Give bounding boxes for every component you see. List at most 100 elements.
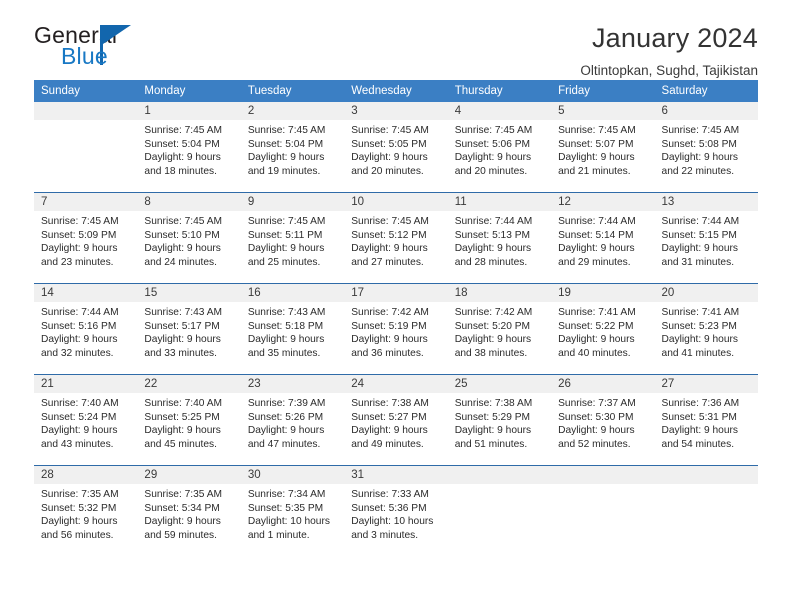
day-sun-details: Sunrise: 7:45 AM Sunset: 5:12 PM Daylight:…: [344, 211, 447, 269]
day-cell-inner: 11 Sunrise: 7:44 AM Sunset: 5:13 PM Dayligh…: [447, 193, 552, 283]
page-subtitle: Oltintopkan, Sughd, Tajikistan: [580, 63, 758, 78]
day-cell-inner: 1 Sunrise: 7:45 AM Sunset: 5:04 PM Daylight…: [137, 102, 241, 192]
calendar-day-cell[interactable]: 12 Sunrise: 7:44 AM Sunset: 5:14 PM Dayligh…: [551, 192, 655, 284]
calendar-day-cell[interactable]: 10 Sunrise: 7:45 AM Sunset: 5:12 PM Dayligh…: [344, 192, 448, 284]
day-cell-inner: 6 Sunrise: 7:45 AM Sunset: 5:08 PM Daylight…: [654, 102, 758, 192]
calendar-day-cell[interactable]: 27 Sunrise: 7:36 AM Sunset: 5:31 PM Dayligh…: [654, 374, 758, 466]
sunrise-text: Sunrise: 7:40 AM: [41, 398, 119, 409]
calendar-week-row: 21 Sunrise: 7:40 AM Sunset: 5:24 PM Dayligh…: [34, 374, 758, 466]
calendar-day-cell[interactable]: 22 Sunrise: 7:40 AM Sunset: 5:25 PM Dayligh…: [137, 374, 241, 466]
daylight-text: Daylight: 9 hours: [454, 152, 532, 164]
daylight-text: and 43 minutes.: [41, 438, 114, 450]
calendar-day-cell[interactable]: 15 Sunrise: 7:43 AM Sunset: 5:17 PM Dayligh…: [137, 283, 241, 375]
day-number: 25: [447, 375, 552, 393]
sunrise-text: Sunrise: 7:42 AM: [454, 307, 533, 318]
calendar-day-cell[interactable]: 21 Sunrise: 7:40 AM Sunset: 5:24 PM Dayligh…: [34, 374, 138, 466]
day-sun-details: Sunrise: 7:45 AM Sunset: 5:04 PM Daylight:…: [241, 120, 344, 178]
daylight-text: Daylight: 9 hours: [661, 334, 738, 346]
calendar-day-cell[interactable]: 20 Sunrise: 7:41 AM Sunset: 5:23 PM Dayligh…: [654, 283, 758, 375]
sunset-text: Sunset: 5:29 PM: [454, 411, 531, 423]
calendar-day-cell[interactable]: 19 Sunrise: 7:41 AM Sunset: 5:22 PM Dayligh…: [551, 283, 655, 375]
day-number: 18: [447, 284, 552, 302]
daylight-text: and 32 minutes.: [41, 347, 114, 359]
calendar-day-cell[interactable]: 8 Sunrise: 7:45 AM Sunset: 5:10 PM Daylight…: [137, 192, 241, 284]
calendar-day-cell[interactable]: 6 Sunrise: 7:45 AM Sunset: 5:08 PM Daylight…: [654, 102, 758, 193]
calendar-day-cell[interactable]: 16 Sunrise: 7:43 AM Sunset: 5:18 PM Dayligh…: [240, 283, 345, 375]
sunset-text: Sunset: 5:12 PM: [351, 229, 427, 241]
daylight-text: Daylight: 9 hours: [351, 243, 428, 255]
daylight-text: Daylight: 9 hours: [247, 334, 325, 346]
calendar-empty-cell: [447, 465, 552, 556]
day-sun-details: Sunrise: 7:45 AM Sunset: 5:10 PM Daylight:…: [137, 211, 240, 269]
day-cell-inner: 28 Sunrise: 7:35 AM Sunset: 5:32 PM Dayligh…: [34, 466, 138, 556]
day-number: 4: [447, 102, 552, 120]
sunrise-text: Sunrise: 7:34 AM: [247, 489, 326, 500]
calendar-day-cell[interactable]: 25 Sunrise: 7:38 AM Sunset: 5:29 PM Dayligh…: [447, 374, 552, 466]
calendar-day-cell[interactable]: 18 Sunrise: 7:42 AM Sunset: 5:20 PM Dayligh…: [447, 283, 552, 375]
sunset-text: Sunset: 5:30 PM: [558, 411, 634, 423]
calendar-day-cell[interactable]: 9 Sunrise: 7:45 AM Sunset: 5:11 PM Daylight…: [240, 192, 345, 284]
day-sun-details: Sunrise: 7:45 AM Sunset: 5:04 PM Daylight:…: [137, 120, 240, 178]
calendar-day-cell[interactable]: 3 Sunrise: 7:45 AM Sunset: 5:05 PM Daylight…: [344, 102, 448, 193]
day-cell-inner: 24 Sunrise: 7:38 AM Sunset: 5:27 PM Dayligh…: [344, 375, 448, 465]
weekday-header-row: Sunday Monday Tuesday Wednesday Thursday…: [34, 80, 758, 102]
calendar-day-cell[interactable]: 14 Sunrise: 7:44 AM Sunset: 5:16 PM Dayligh…: [34, 283, 138, 375]
calendar-day-cell[interactable]: 31 Sunrise: 7:33 AM Sunset: 5:36 PM Dayligh…: [344, 465, 448, 556]
calendar-day-cell[interactable]: 13 Sunrise: 7:44 AM Sunset: 5:15 PM Dayligh…: [654, 192, 758, 284]
daylight-text: Daylight: 9 hours: [558, 334, 635, 346]
daylight-text: Daylight: 9 hours: [41, 425, 118, 437]
daylight-text: and 56 minutes.: [41, 529, 114, 541]
sunset-text: Sunset: 5:10 PM: [144, 229, 220, 241]
day-sun-details: Sunrise: 7:35 AM Sunset: 5:32 PM Daylight:…: [34, 484, 137, 542]
calendar-empty-cell: [551, 465, 655, 556]
daylight-text: and 19 minutes.: [247, 165, 321, 177]
daylight-text: Daylight: 9 hours: [144, 425, 221, 437]
daylight-text: and 41 minutes.: [661, 347, 735, 359]
daylight-text: and 49 minutes.: [351, 438, 424, 450]
calendar-day-cell[interactable]: 30 Sunrise: 7:34 AM Sunset: 5:35 PM Dayligh…: [240, 465, 345, 556]
calendar-day-cell[interactable]: 24 Sunrise: 7:38 AM Sunset: 5:27 PM Dayligh…: [344, 374, 448, 466]
calendar-day-cell[interactable]: 23 Sunrise: 7:39 AM Sunset: 5:26 PM Dayligh…: [240, 374, 345, 466]
calendar-day-cell[interactable]: 17 Sunrise: 7:42 AM Sunset: 5:19 PM Dayligh…: [344, 283, 448, 375]
triangle-flag-icon: [103, 25, 131, 44]
day-cell-inner: 12 Sunrise: 7:44 AM Sunset: 5:14 PM Dayligh…: [551, 193, 655, 283]
calendar-day-cell[interactable]: 2 Sunrise: 7:45 AM Sunset: 5:04 PM Daylight…: [240, 102, 345, 193]
calendar-day-cell[interactable]: 28 Sunrise: 7:35 AM Sunset: 5:32 PM Dayligh…: [34, 465, 138, 556]
weekday-header-sunday: Sunday: [34, 80, 138, 102]
sunrise-text: Sunrise: 7:45 AM: [144, 125, 223, 136]
calendar-day-cell[interactable]: 1 Sunrise: 7:45 AM Sunset: 5:04 PM Daylight…: [137, 102, 241, 193]
daylight-text: and 54 minutes.: [661, 438, 735, 450]
day-cell-inner: 29 Sunrise: 7:35 AM Sunset: 5:34 PM Dayligh…: [137, 466, 241, 556]
calendar-day-cell[interactable]: 29 Sunrise: 7:35 AM Sunset: 5:34 PM Dayligh…: [137, 465, 241, 556]
calendar-day-cell[interactable]: 26 Sunrise: 7:37 AM Sunset: 5:30 PM Dayligh…: [551, 374, 655, 466]
day-cell-inner: 19 Sunrise: 7:41 AM Sunset: 5:22 PM Dayligh…: [551, 284, 655, 374]
calendar-day-cell[interactable]: 7 Sunrise: 7:45 AM Sunset: 5:09 PM Daylight…: [34, 192, 138, 284]
day-number: 16: [240, 284, 345, 302]
calendar-day-cell[interactable]: 11 Sunrise: 7:44 AM Sunset: 5:13 PM Dayligh…: [447, 192, 552, 284]
day-number: 26: [551, 375, 655, 393]
daylight-text: and 28 minutes.: [454, 256, 528, 268]
day-cell-inner: 15 Sunrise: 7:43 AM Sunset: 5:17 PM Dayligh…: [137, 284, 241, 374]
general-blue-logo[interactable]: General Blue: [34, 22, 204, 74]
day-number: 5: [551, 102, 655, 120]
day-number: [447, 466, 552, 484]
daylight-text: Daylight: 9 hours: [41, 334, 118, 346]
daylight-text: and 24 minutes.: [144, 256, 217, 268]
day-number: 10: [344, 193, 448, 211]
day-sun-details: Sunrise: 7:38 AM Sunset: 5:29 PM Daylight:…: [448, 393, 551, 451]
sunrise-text: Sunrise: 7:42 AM: [351, 307, 429, 318]
calendar-day-cell[interactable]: 5 Sunrise: 7:45 AM Sunset: 5:07 PM Daylight…: [551, 102, 655, 193]
daylight-text: Daylight: 9 hours: [41, 243, 118, 255]
title-block: January 2024 Oltintopkan, Sughd, Tajikis…: [580, 22, 758, 80]
calendar-day-cell[interactable]: 4 Sunrise: 7:45 AM Sunset: 5:06 PM Daylight…: [447, 102, 552, 193]
daylight-text: Daylight: 10 hours: [247, 516, 330, 528]
sunset-text: Sunset: 5:25 PM: [144, 411, 220, 423]
day-number: 2: [240, 102, 345, 120]
day-sun-details: Sunrise: 7:42 AM Sunset: 5:20 PM Daylight:…: [448, 302, 551, 360]
day-number: 24: [344, 375, 448, 393]
page-title: January 2024: [591, 23, 758, 53]
sunrise-text: Sunrise: 7:37 AM: [558, 398, 636, 409]
day-number: 30: [240, 466, 345, 484]
sunset-text: Sunset: 5:14 PM: [558, 229, 634, 241]
sunset-text: Sunset: 5:32 PM: [41, 502, 117, 514]
